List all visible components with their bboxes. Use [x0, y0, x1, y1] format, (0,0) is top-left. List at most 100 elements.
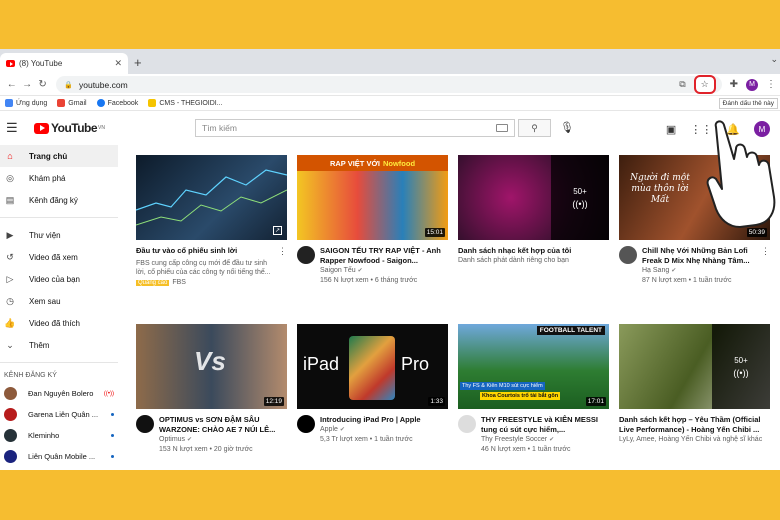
sidebar-item-liked[interactable]: 👍 Video đã thích	[0, 312, 118, 334]
sidebar-item-more[interactable]: ⌄ Thêm	[0, 334, 118, 356]
channel-name[interactable]: Optimus	[159, 436, 185, 443]
sidebar-item-history[interactable]: ↺ Video đã xem	[0, 246, 118, 268]
external-link-icon[interactable]: ↗	[273, 226, 282, 235]
video-duration: 50:39	[746, 228, 767, 237]
video-thumbnail[interactable]: 50+ ((•))	[619, 324, 770, 409]
bookmark-facebook[interactable]: Facebook	[96, 99, 138, 107]
video-thumbnail[interactable]: RAP VIỆT VỚI Nowfood 15:01	[297, 155, 448, 240]
subscription-item[interactable]: Garena Liên Quân ...	[0, 404, 118, 425]
thumbnail-caption: Khoa Courtois trổ tài bắt gôn	[480, 392, 561, 400]
search-button[interactable]: ⚲	[518, 119, 551, 137]
video-card[interactable]: ↗ Đầu tư vào cổ phiếu sinh lời FBS cung …	[136, 155, 287, 286]
playlist-overlay: 50+ ((•))	[551, 155, 609, 240]
subscription-item[interactable]: Liên Quân Mobile ...	[0, 446, 118, 467]
youtube-logo-icon	[34, 122, 49, 134]
channel-name[interactable]: Saigon Tếu	[320, 267, 356, 274]
sidebar-item-your-videos[interactable]: ▷ Video của bạn	[0, 268, 118, 290]
sidebar-item-library[interactable]: ▶ Thư viện	[0, 224, 118, 246]
channel-avatar	[4, 387, 17, 400]
channel-name[interactable]: Hạ Sang	[642, 267, 669, 274]
channel-avatar[interactable]	[458, 415, 476, 433]
video-title[interactable]: Danh sách nhạc kết hợp của tôi	[458, 246, 609, 256]
bookmark-apps[interactable]: Ứng dụng	[5, 99, 47, 107]
verified-icon: ✔	[671, 268, 677, 274]
thumbnail-text: Pro	[401, 354, 430, 374]
video-card[interactable]: 50+ ((•)) Danh sách kết hợp – Yêu Thầm (…	[619, 324, 770, 445]
advertiser-name[interactable]: FBS	[172, 279, 186, 286]
video-card[interactable]: FOOTBALL TALENT Thy FS & Kiên M10 sút cự…	[458, 324, 609, 455]
channel-avatar[interactable]	[619, 246, 637, 264]
channel-avatar	[4, 450, 17, 463]
video-card[interactable]: Vs 12:19 OPTIMUS vs SƠN ĐẬM SÂU WARZONE:…	[136, 324, 287, 455]
bookmark-cms[interactable]: CMS - THEGIOIDI...	[148, 99, 223, 107]
keyboard-icon[interactable]	[496, 124, 508, 132]
video-thumbnail[interactable]: FOOTBALL TALENT Thy FS & Kiên M10 sút cự…	[458, 324, 609, 409]
new-content-dot	[111, 413, 114, 416]
new-tab-button[interactable]: +	[134, 55, 142, 70]
video-title[interactable]: SAIGON TẾU TRY RAP VIỆT - Anh Rapper Now…	[320, 246, 448, 266]
subscription-item[interactable]: Kleminho	[0, 425, 118, 446]
back-icon[interactable]: ←	[4, 79, 19, 90]
chevron-down-icon: ⌄	[6, 339, 14, 350]
video-card[interactable]: iPad Pro 1:33 Introducing iPad Pro | App…	[297, 324, 448, 445]
install-app-icon[interactable]: ⧉	[679, 79, 685, 90]
more-options-icon[interactable]: ⋮	[278, 246, 287, 286]
home-icon: ⌂	[7, 151, 13, 161]
sidebar-item-subscriptions[interactable]: ▤ Kênh đăng ký	[0, 189, 118, 211]
video-thumbnail[interactable]: 50+ ((•))	[458, 155, 609, 240]
video-title[interactable]: Đầu tư vào cổ phiếu sinh lời	[136, 246, 276, 256]
youtube-logo[interactable]: YouTube VN	[34, 121, 105, 135]
sidebar-item-explore[interactable]: ◎ Khám phá	[0, 167, 118, 189]
watch-later-icon: ◷	[6, 295, 14, 306]
create-video-icon[interactable]: ▣	[666, 123, 676, 136]
browser-tab[interactable]: (8) YouTube ✕	[0, 53, 128, 74]
channel-name[interactable]: Apple	[320, 426, 338, 433]
channel-avatar[interactable]	[136, 415, 154, 433]
sidebar-item-watch-later[interactable]: ◷ Xem sau	[0, 290, 118, 312]
channel-avatar[interactable]	[297, 415, 315, 433]
ipad-graphic	[349, 336, 395, 400]
playlist-overlay: 50+ ((•))	[712, 324, 770, 409]
tab-strip: (8) YouTube ✕ + ⌄	[0, 49, 780, 74]
subscriptions-section-title: KÊNH ĐĂNG KÝ	[4, 372, 57, 379]
video-thumbnail[interactable]: ↗	[136, 155, 287, 240]
bookmark-gmail[interactable]: Gmail	[57, 99, 87, 107]
video-card[interactable]: 50+ ((•)) Danh sách nhạc kết hợp của tôi…	[458, 155, 609, 266]
video-thumbnail[interactable]: Vs 12:19	[136, 324, 287, 409]
video-thumbnail[interactable]: iPad Pro 1:33	[297, 324, 448, 409]
tab-search-icon[interactable]: ⌄	[770, 54, 778, 65]
verified-icon: ✔	[339, 427, 345, 433]
cms-icon	[148, 99, 157, 107]
browser-menu-icon[interactable]: ⋮	[766, 79, 776, 90]
microphone-icon[interactable]: 🎙	[560, 121, 574, 134]
tab-close-icon[interactable]: ✕	[114, 58, 122, 69]
video-stats: 46 N lượt xem • 1 tuần trước	[481, 446, 571, 453]
bookmark-star-button[interactable]: ☆	[693, 75, 716, 94]
search-input[interactable]: Tìm kiếm	[195, 119, 515, 137]
channel-avatar[interactable]	[297, 246, 315, 264]
video-title[interactable]: THY FREESTYLE và KIÊN MESSI tung cú sút …	[481, 415, 609, 435]
video-duration: 12:19	[263, 397, 284, 406]
video-title[interactable]: OPTIMUS vs SƠN ĐẬM SÂU WARZONE: CHÀO AE …	[159, 415, 287, 435]
video-title[interactable]: Danh sách kết hợp – Yêu Thầm (Official L…	[619, 415, 770, 435]
subscription-item[interactable]: Đan Nguyên Bolero ((•))	[0, 383, 118, 404]
reload-icon[interactable]: ↻	[35, 79, 50, 90]
more-options-icon[interactable]: ⋮	[761, 246, 770, 286]
sidebar-item-home[interactable]: ⌂ Trang chủ	[0, 145, 118, 167]
video-card[interactable]: RAP VIỆT VỚI Nowfood 15:01 SAIGON TẾU TR…	[297, 155, 448, 286]
verified-icon: ✔	[357, 268, 363, 274]
address-bar[interactable]: 🔒 youtube.com ⧉ ☆	[56, 75, 722, 94]
stock-chart-graphic	[136, 169, 287, 226]
hamburger-menu-icon[interactable]: ☰	[6, 120, 20, 136]
your-videos-icon: ▷	[6, 273, 14, 284]
thumbnail-banner: FOOTBALL TALENT	[536, 326, 605, 335]
extensions-icon[interactable]: ✚	[730, 79, 738, 90]
lock-icon[interactable]: 🔒	[64, 81, 73, 89]
channel-name: LyLy, Amee, Hoàng Yến Chibi và nghệ sĩ k…	[619, 436, 763, 443]
video-title[interactable]: Introducing iPad Pro | Apple	[320, 415, 448, 425]
video-title[interactable]: Chill Nhẹ Với Những Bản Lofi Freak D Mix…	[642, 246, 759, 266]
forward-icon[interactable]: →	[19, 79, 34, 90]
channel-name[interactable]: Thy Freestyle Soccer	[481, 436, 547, 443]
youtube-favicon-icon	[6, 60, 15, 67]
profile-avatar[interactable]: M	[746, 78, 759, 91]
